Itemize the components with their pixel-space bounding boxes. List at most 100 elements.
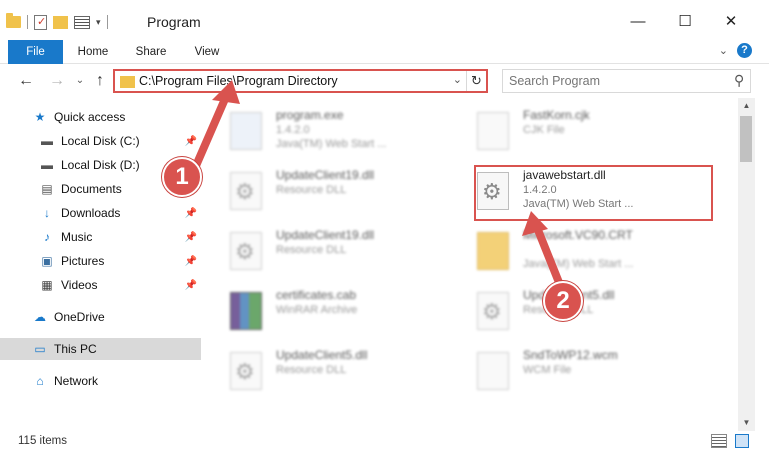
pin-icon[interactable]: 📌	[185, 256, 197, 267]
file-version: 1.4.2.0	[276, 124, 310, 136]
videos-icon: ▦	[41, 278, 53, 292]
help-icon[interactable]: ?	[737, 43, 752, 58]
sidebar-item-local-disk-c[interactable]: ▬ Local Disk (C:) 📌	[0, 130, 201, 152]
scroll-down-icon[interactable]: ▼	[738, 415, 755, 431]
navigation-pane: ★ Quick access ▬ Local Disk (C:) 📌 ▬ Loc…	[0, 98, 201, 431]
folder-icon	[477, 232, 509, 270]
sidebar-item-label: Quick access	[54, 110, 126, 124]
file-item[interactable]: certificates.cab WinRAR Archive	[209, 286, 449, 340]
file-item[interactable]: UpdateClient19.dll Resource DLL	[209, 166, 449, 220]
sidebar-item-this-pc[interactable]: ▭ This PC	[0, 338, 201, 360]
refresh-button[interactable]: ↻	[466, 71, 486, 91]
file-name: UpdateClient19.dll	[276, 228, 375, 242]
sidebar-item-label: Local Disk (D:)	[61, 158, 140, 172]
sidebar-item-label: Downloads	[61, 206, 121, 220]
file-list: program.exe 1.4.2.0 Java(TM) Web Start .…	[209, 98, 737, 431]
file-item[interactable]: SndToWP12.wcm WCM File	[456, 346, 696, 400]
tiles-view-icon[interactable]	[735, 434, 749, 448]
sidebar-item-label: Videos	[61, 278, 98, 292]
file-description: Java(TM) Web Start ...	[523, 258, 634, 270]
file-type: Resource DLL	[276, 244, 347, 256]
window-title: Program	[147, 14, 201, 30]
navigation-bar: ← → ⌄ ↑ C:\Program Files\Program Directo…	[0, 64, 769, 98]
search-input[interactable]	[503, 70, 723, 92]
file-name: FastKorn.cjk	[523, 108, 590, 122]
address-bar[interactable]: C:\Program Files\Program Directory ⌄ ↻	[113, 69, 488, 93]
pin-icon[interactable]: 📌	[185, 136, 197, 147]
pin-icon[interactable]: 📌	[185, 208, 197, 219]
sidebar-item-label: Music	[61, 230, 93, 244]
file-name: SndToWP12.wcm	[523, 348, 618, 362]
vertical-scrollbar[interactable]: ▲ ▼	[738, 98, 755, 431]
tab-home[interactable]: Home	[68, 40, 118, 64]
sidebar-item-label: This PC	[54, 342, 97, 356]
chevron-down-icon[interactable]: ⌄	[719, 44, 728, 57]
sidebar-item-quick-access[interactable]: ★ Quick access	[0, 106, 201, 128]
file-type: Resource DLL	[276, 184, 347, 196]
separator	[106, 15, 108, 29]
title-bar: ▾ Program — ☐ ✕	[0, 0, 769, 40]
search-box[interactable]: ⚲	[502, 69, 751, 93]
details-view-icon[interactable]	[711, 434, 727, 448]
back-button[interactable]: ←	[16, 71, 36, 91]
scroll-up-icon[interactable]: ▲	[738, 98, 755, 114]
minimize-button[interactable]: —	[625, 8, 651, 34]
file-name: UpdateClient5.dll	[276, 348, 368, 362]
dll-file-icon	[230, 232, 262, 270]
ribbon: File Home Share View ⌄ ?	[0, 40, 769, 94]
callout-badge-2: 2	[543, 281, 583, 321]
up-button[interactable]: ↑	[90, 71, 110, 91]
properties-icon[interactable]	[34, 14, 47, 30]
sidebar-item-music[interactable]: ♪ Music 📌	[0, 226, 201, 248]
customize-toolbar-dropdown-icon[interactable]: ▾	[96, 17, 101, 28]
disk-icon: ▬	[41, 158, 53, 172]
file-item[interactable]: FastKorn.cjk CJK File	[456, 106, 696, 160]
pin-icon[interactable]: 📌	[185, 232, 197, 243]
sidebar-item-pictures[interactable]: ▣ Pictures 📌	[0, 250, 201, 272]
cloud-icon: ☁	[34, 310, 46, 324]
dll-file-icon	[477, 292, 509, 330]
pin-icon[interactable]: 📌	[185, 280, 197, 291]
file-type: WCM File	[523, 364, 572, 376]
archive-file-icon	[230, 292, 262, 330]
sidebar-item-label: Local Disk (C:)	[61, 134, 140, 148]
sidebar-item-onedrive[interactable]: ☁ OneDrive	[0, 306, 201, 328]
recent-locations-button[interactable]: ⌄	[70, 71, 90, 91]
folder-icon	[120, 76, 135, 88]
sidebar-item-network[interactable]: ⌂ Network	[0, 370, 201, 392]
close-button[interactable]: ✕	[718, 8, 744, 34]
file-item[interactable]: program.exe 1.4.2.0 Java(TM) Web Start .…	[209, 106, 449, 160]
address-path[interactable]: C:\Program Files\Program Directory	[139, 74, 338, 88]
computer-icon: ▭	[34, 342, 46, 356]
view-options-icon[interactable]	[74, 15, 90, 29]
file-item[interactable]: UpdateClient19.dll Resource DLL	[209, 226, 449, 280]
file-item[interactable]: Microsoft.VC90.CRT Java(TM) Web Start ..…	[456, 226, 696, 280]
scroll-thumb[interactable]	[740, 116, 752, 162]
sidebar-item-label: Pictures	[61, 254, 105, 268]
address-dropdown-icon[interactable]: ⌄	[453, 73, 462, 86]
sidebar-item-videos[interactable]: ▦ Videos 📌	[0, 274, 201, 296]
tab-view[interactable]: View	[182, 40, 232, 64]
file-name: Microsoft.VC90.CRT	[523, 228, 633, 242]
file-type: CJK File	[523, 124, 565, 136]
file-item[interactable]: UpdateClient5.dll Resource DLL	[209, 346, 449, 400]
file-type: Resource DLL	[276, 364, 347, 376]
new-folder-icon[interactable]	[53, 15, 68, 29]
sidebar-item-label: OneDrive	[54, 310, 105, 324]
generic-file-icon	[477, 112, 509, 150]
forward-button[interactable]: →	[47, 71, 67, 91]
pictures-icon: ▣	[41, 254, 53, 268]
star-icon: ★	[34, 110, 46, 124]
sidebar-item-downloads[interactable]: ↓ Downloads 📌	[0, 202, 201, 224]
tab-share[interactable]: Share	[126, 40, 176, 64]
disk-icon: ▬	[41, 134, 53, 148]
sidebar-item-label: Documents	[61, 182, 122, 196]
maximize-button[interactable]: ☐	[672, 8, 698, 34]
folder-icon	[6, 13, 21, 28]
status-bar: 115 items	[0, 431, 769, 469]
dll-file-icon	[230, 172, 262, 210]
sidebar-item-label: Network	[54, 374, 99, 388]
documents-icon: ▤	[41, 182, 53, 196]
generic-file-icon	[477, 352, 509, 390]
search-icon[interactable]: ⚲	[734, 72, 744, 89]
